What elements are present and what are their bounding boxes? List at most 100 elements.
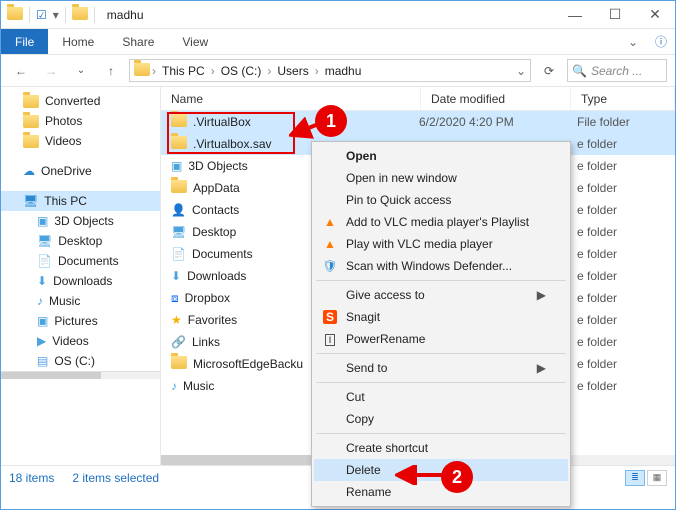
file-type: e folder [577, 247, 675, 261]
file-icon [171, 114, 187, 130]
menu-item[interactable]: Open [314, 145, 568, 167]
menu-separator [316, 280, 566, 281]
status-selected: 2 items selected [72, 471, 159, 485]
col-name[interactable]: Name [161, 87, 421, 110]
breadcrumb[interactable]: › This PC› OS (C:)› Users› madhu ⌄ [129, 59, 531, 82]
menu-item-label: PowerRename [346, 332, 425, 346]
nav-label: Videos [52, 334, 88, 348]
menu-item-icon: ▲ [321, 237, 339, 251]
nav-label: Photos [45, 114, 82, 128]
nav-label: Desktop [58, 234, 102, 248]
menu-item[interactable]: Copy [314, 408, 568, 430]
tab-share[interactable]: Share [108, 29, 168, 54]
menu-item-label: Cut [346, 390, 365, 404]
file-type: e folder [577, 269, 675, 283]
file-icon [171, 356, 187, 372]
nav-label: Documents [58, 254, 119, 268]
nav-item[interactable]: Converted [1, 91, 160, 111]
menu-item[interactable]: Cut [314, 386, 568, 408]
refresh-button[interactable]: ⟳ [537, 59, 561, 83]
menu-item-label: Open in new window [346, 171, 457, 185]
nav-item[interactable]: ▣3D Objects [1, 211, 160, 231]
menu-item[interactable]: Send to ▶ [314, 357, 568, 379]
menu-item[interactable]: ▲ Add to VLC media player's Playlist [314, 211, 568, 233]
menu-item-icon: I [321, 332, 339, 346]
search-box[interactable]: 🔍 Search ... [567, 59, 667, 82]
window-title: madhu [101, 8, 555, 22]
nav-item[interactable]: Videos [1, 131, 160, 151]
forward-button[interactable]: → [39, 59, 63, 83]
menu-item[interactable]: 🛡 Scan with Windows Defender... [314, 255, 568, 277]
file-icon: ⧈ [171, 291, 179, 306]
crumb[interactable]: This PC [158, 64, 209, 78]
col-type[interactable]: Type [571, 87, 675, 110]
file-icon: 🖥 [171, 225, 186, 239]
file-tab[interactable]: File [1, 29, 48, 54]
arrow-icon [289, 117, 323, 141]
file-type: e folder [577, 159, 675, 173]
view-details-button[interactable]: ≣ [625, 470, 645, 486]
submenu-arrow-icon: ▶ [537, 361, 546, 375]
minimize-button[interactable]: — [555, 1, 595, 29]
menu-item-label: Snagit [346, 310, 380, 324]
file-icon [171, 136, 187, 152]
file-type: File folder [577, 115, 675, 129]
recent-button[interactable]: ⌄ [69, 59, 93, 83]
menu-item[interactable]: Give access to ▶ [314, 284, 568, 306]
file-icon: ⬇ [171, 269, 181, 283]
help-icon[interactable]: ⓘ [647, 29, 675, 54]
menu-item[interactable]: Open in new window [314, 167, 568, 189]
nav-item[interactable]: ♪Music [1, 291, 160, 311]
nav-item[interactable]: ▣Pictures [1, 311, 160, 331]
crumb[interactable]: Users [273, 64, 312, 78]
nav-item[interactable]: 📄Documents [1, 251, 160, 271]
menu-item[interactable]: ▲ Play with VLC media player [314, 233, 568, 255]
context-menu: Open Open in new window Pin to Quick acc… [311, 141, 571, 507]
menu-item-label: Scan with Windows Defender... [346, 259, 512, 273]
file-icon [171, 180, 187, 196]
nav-label: 3D Objects [54, 214, 113, 228]
file-type: e folder [577, 335, 675, 349]
file-type: e folder [577, 225, 675, 239]
nav-scrollbar[interactable] [1, 371, 160, 379]
menu-item[interactable]: Pin to Quick access [314, 189, 568, 211]
nav-item[interactable]: Photos [1, 111, 160, 131]
file-name: Desktop [192, 225, 236, 239]
file-icon: ♪ [171, 379, 177, 393]
file-date: 6/2/2020 4:20 PM [419, 115, 569, 129]
nav-item[interactable]: 🖥This PC [1, 191, 160, 211]
ribbon-collapse-icon[interactable]: ⌄ [619, 29, 647, 54]
menu-separator [316, 433, 566, 434]
breadcrumb-dropdown-icon[interactable]: ⌄ [516, 64, 526, 78]
file-row[interactable]: .VirtualBox 6/2/2020 4:20 PM File folder [161, 111, 675, 133]
menu-item[interactable]: I PowerRename [314, 328, 568, 350]
nav-item[interactable]: 🖥Desktop [1, 231, 160, 251]
back-button[interactable]: ← [9, 59, 33, 83]
nav-item[interactable]: ▶Videos [1, 331, 160, 351]
qat-checkbox-icon[interactable]: ☑ [36, 8, 47, 22]
qat-dropdown-icon[interactable]: ▾ [53, 8, 59, 22]
col-date[interactable]: Date modified [421, 87, 571, 110]
file-icon: ★ [171, 313, 182, 327]
view-icons-button[interactable]: ▦ [647, 470, 667, 486]
nav-tree[interactable]: Converted Photos Videos ☁OneDrive 🖥This PC▣3… [1, 87, 161, 465]
file-name: .VirtualBox [193, 115, 251, 129]
crumb[interactable]: madhu [321, 64, 366, 78]
menu-item[interactable]: S Snagit [314, 306, 568, 328]
tab-home[interactable]: Home [48, 29, 108, 54]
file-name: Documents [192, 247, 253, 261]
crumb[interactable]: OS (C:) [217, 64, 266, 78]
titlebar: ☑ ▾ madhu — ☐ ✕ [1, 1, 675, 29]
maximize-button[interactable]: ☐ [595, 1, 635, 29]
menu-item-label: Play with VLC media player [346, 237, 493, 251]
up-button[interactable]: ↑ [99, 59, 123, 83]
close-button[interactable]: ✕ [635, 1, 675, 29]
menu-item[interactable]: Create shortcut [314, 437, 568, 459]
nav-item[interactable]: ☁OneDrive [1, 161, 160, 181]
nav-item[interactable]: ⬇Downloads [1, 271, 160, 291]
menu-item-icon: ▲ [321, 215, 339, 229]
file-name: Links [192, 335, 220, 349]
file-type: e folder [577, 313, 675, 327]
nav-item[interactable]: ▤OS (C:) [1, 351, 160, 371]
tab-view[interactable]: View [168, 29, 222, 54]
